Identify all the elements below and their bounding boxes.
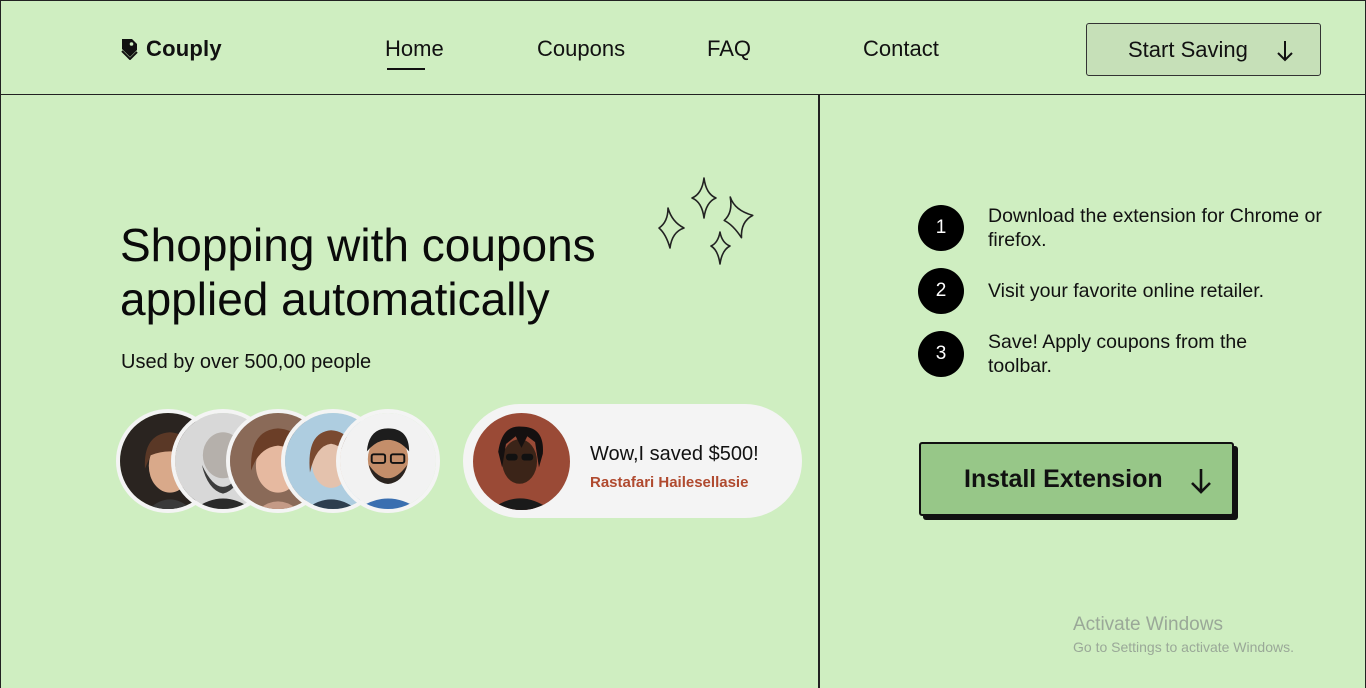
step-item: 1 Download the extension for Chrome or f…	[918, 205, 1338, 252]
logo-text: Couply	[146, 36, 222, 61]
sparkles-icon	[658, 177, 754, 265]
step-text: Visit your favorite online retailer.	[988, 280, 1265, 302]
testimonial-quote: Wow,I saved $500!	[590, 443, 759, 465]
activate-windows-subtitle: Go to Settings to activate Windows.	[1073, 639, 1294, 655]
arrow-down-icon	[1191, 469, 1211, 494]
start-saving-label: Start Saving	[1128, 36, 1248, 62]
site-header: Couply Home Coupons FAQ Contact Start Sa…	[0, 0, 1366, 95]
nav-faq[interactable]: FAQ	[707, 36, 751, 62]
step-text: Save! Apply coupons from the toolbar.	[988, 331, 1248, 377]
step-number: 1	[918, 205, 964, 251]
hero-title: Shopping with coupons applied automatica…	[120, 218, 680, 326]
nav-coupons[interactable]: Coupons	[537, 36, 625, 62]
user-avatars	[116, 409, 446, 515]
hero-subtitle: Used by over 500,00 people	[121, 351, 372, 373]
testimonial-card: Wow,I saved $500! Rastafari Hailesellasi…	[463, 404, 802, 518]
step-number: 3	[918, 331, 964, 377]
install-extension-button[interactable]: Install Extension	[919, 442, 1234, 516]
start-saving-button[interactable]: Start Saving	[1086, 23, 1321, 76]
nav-home[interactable]: Home	[385, 36, 444, 70]
step-item: 3 Save! Apply coupons from the toolbar.	[918, 331, 1288, 378]
hero-title-line-2: applied automatically	[120, 273, 550, 325]
testimonial-author: Rastafari Hailesellasie	[590, 474, 749, 491]
activate-windows-title: Activate Windows	[1073, 614, 1223, 635]
avatar	[336, 409, 440, 513]
testimonial-avatar	[473, 413, 570, 510]
step-text: Download the extension for Chrome or fir…	[988, 205, 1322, 251]
step-item: 2 Visit your favorite online retailer.	[918, 268, 1338, 314]
hero-title-line-1: Shopping with coupons	[120, 219, 596, 271]
tag-icon	[121, 39, 138, 60]
step-number: 2	[918, 268, 964, 314]
install-extension-label: Install Extension	[964, 464, 1163, 493]
section-divider	[818, 95, 820, 688]
arrow-down-icon	[1277, 41, 1293, 62]
nav-contact[interactable]: Contact	[863, 36, 939, 62]
logo[interactable]: Couply	[120, 36, 222, 62]
